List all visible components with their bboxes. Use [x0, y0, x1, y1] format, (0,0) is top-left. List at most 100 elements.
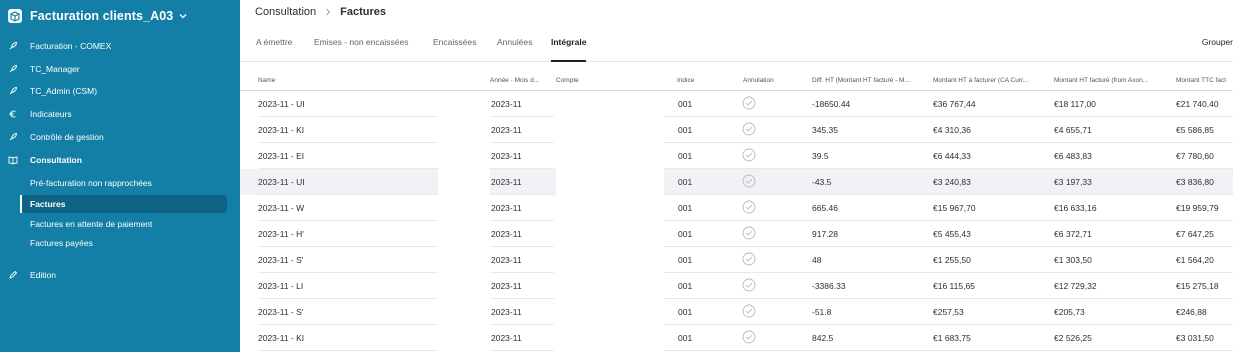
sidebar-item-tc-manager[interactable]: TC_Manager: [0, 59, 240, 79]
cell-ttc: €21 740,40: [1176, 99, 1219, 109]
cell-ttc: €3 836,80: [1176, 177, 1214, 187]
table-row[interactable]: 2023-11 - W 2023-11 001 665.46 €15 967,70 €16…: [240, 195, 1233, 221]
cell-ht-facture: €12 729,32: [1054, 281, 1097, 291]
cell-diff-ht: -43.5: [812, 177, 832, 187]
cell-diff-ht: 48: [812, 255, 822, 265]
sidebar: Facturation clients_A03 Facturation - CO…: [0, 0, 240, 352]
cell-ht-a-facturer: €1 255,50: [933, 255, 971, 265]
cell-indice: 001: [678, 125, 693, 135]
check-circle-icon: [742, 148, 756, 162]
cell-indice: 001: [678, 255, 693, 265]
column-header-name[interactable]: Name: [258, 77, 458, 84]
cell-name: 2023-11 - UI: [258, 99, 305, 109]
chevron-down-icon: [179, 14, 187, 19]
cell-diff-ht: 842.5: [812, 333, 834, 343]
cell-ht-facture: €3 197,33: [1054, 177, 1092, 187]
cell-diff-ht: 39.5: [812, 151, 829, 161]
table-row[interactable]: 2023-11 - UI 2023-11 001 -43.5 €3 240,83 €3 1…: [240, 169, 1233, 195]
book-icon: [8, 156, 18, 165]
column-header-ht-facture[interactable]: Montant HT facturé (from Axon...: [1054, 77, 1168, 84]
cell-indice: 001: [678, 99, 693, 109]
table-row[interactable]: 2023-11 - UI 2023-11 001 -18650.44 €36 767,4…: [240, 91, 1233, 117]
column-header-diff-ht[interactable]: Diff. HT (Montant HT facturé - M...: [812, 77, 924, 84]
sidebar-subitem-factures-payees[interactable]: Factures payées: [22, 234, 227, 252]
pencil-icon: [9, 270, 18, 279]
euro-icon: [9, 110, 16, 118]
cell-diff-ht: 345.35: [812, 125, 838, 135]
cell-month: 2023-11: [491, 151, 522, 161]
table-row[interactable]: 2023-11 - KI 2023-11 001 842.5 €1 683,75 €2 5…: [240, 325, 1233, 351]
table-row[interactable]: 2023-11 - H' 2023-11 001 917.28 €5 455,43 €6 …: [240, 221, 1233, 247]
cell-ht-facture: €4 655,71: [1054, 125, 1092, 135]
breadcrumb-current: Factures: [340, 6, 387, 18]
table-row[interactable]: 2023-11 - LI 2023-11 001 -3386.33 €16 115,65…: [240, 273, 1233, 299]
tab-integrale[interactable]: Intégrale: [551, 37, 587, 62]
tab-emises-non-encaissees[interactable]: Emises - non encaissées: [314, 37, 409, 62]
breadcrumb-parent[interactable]: Consultation: [255, 6, 316, 18]
cell-name: 2023-11 - EI: [258, 151, 305, 161]
table-row[interactable]: 2023-11 - S' 2023-11 001 48 €1 255,50 €1 303,…: [240, 247, 1233, 273]
tab-a-emettre[interactable]: A émettre: [256, 37, 292, 62]
app-logo-icon: [8, 9, 22, 23]
row-divider: [258, 350, 438, 351]
sidebar-item-edition[interactable]: Edition: [0, 265, 240, 285]
cell-ht-a-facturer: €6 444,33: [933, 151, 971, 161]
cell-month: 2023-11: [491, 177, 522, 187]
cell-month: 2023-11: [491, 307, 522, 317]
sidebar-subitem-pre-facturation[interactable]: Pré-facturation non rapprochées: [22, 174, 227, 192]
check-circle-icon: [742, 96, 756, 110]
sidebar-item-label: TC_Manager: [30, 64, 80, 74]
sidebar-item-label: Consultation: [30, 155, 82, 165]
sidebar-subitem-factures-attente[interactable]: Factures en attente de paiement: [22, 215, 227, 233]
sidebar-subitem-factures[interactable]: Factures: [20, 195, 227, 213]
cell-ttc: €15 275,18: [1176, 281, 1219, 291]
sidebar-item-label: Edition: [30, 270, 56, 280]
column-header-compte[interactable]: Compte: [556, 77, 656, 84]
tab-bar: A émettre Emises - non encaissées Encais…: [240, 28, 1233, 62]
cell-ht-facture: €16 633,16: [1054, 203, 1097, 213]
cell-ht-facture: €2 526,25: [1054, 333, 1092, 343]
row-divider: [664, 350, 1233, 351]
group-button[interactable]: Grouper: [1202, 37, 1233, 47]
tab-annulees[interactable]: Annulées: [497, 37, 532, 62]
app-title: Facturation clients_A03: [30, 9, 174, 23]
cell-ht-facture: €205,73: [1054, 307, 1085, 317]
cell-ttc: €7 780,60: [1176, 151, 1214, 161]
table-row[interactable]: 2023-11 - KI 2023-11 001 345.35 €4 310,36 €4 …: [240, 117, 1233, 143]
cell-ht-facture: €6 372,71: [1054, 229, 1092, 239]
column-header-ht-a-facturer[interactable]: Montant HT à facturer (CA Curr...: [933, 77, 1047, 84]
main-content: Consultation Factures A émettre Emises -…: [240, 0, 1233, 352]
table-row[interactable]: 2023-11 - S' 2023-11 001 -51.8 €257,53 €205,7…: [240, 299, 1233, 325]
cell-ht-facture: €6 483,83: [1054, 151, 1092, 161]
cell-indice: 001: [678, 333, 693, 343]
column-header-ttc[interactable]: Montant TTC fact: [1176, 77, 1233, 84]
table-row[interactable]: 2023-11 - EI 2023-11 001 39.5 €6 444,33 €6 48…: [240, 143, 1233, 169]
rocket-icon: [9, 133, 17, 141]
cell-ht-a-facturer: €36 767,44: [933, 99, 976, 109]
sidebar-item-facturation-comex[interactable]: Facturation - COMEX: [0, 36, 240, 56]
sidebar-item-label: Indicateurs: [30, 109, 72, 119]
column-header-month[interactable]: Année - Mois d...: [490, 77, 548, 84]
sidebar-item-tc-admin[interactable]: TC_Admin (CSM): [0, 81, 240, 101]
check-circle-icon: [742, 330, 756, 344]
cell-month: 2023-11: [491, 203, 522, 213]
cell-month: 2023-11: [491, 229, 522, 239]
row-divider: [490, 350, 554, 351]
cell-diff-ht: 665.46: [812, 203, 838, 213]
column-header-indice[interactable]: Indice: [677, 77, 737, 84]
tab-encaissees[interactable]: Encaissées: [433, 37, 476, 62]
sidebar-item-controle-de-gestion[interactable]: Contrôle de gestion: [0, 127, 240, 147]
app-switcher[interactable]: Facturation clients_A03: [0, 0, 240, 32]
check-circle-icon: [742, 174, 756, 188]
cell-month: 2023-11: [491, 333, 522, 343]
rocket-icon: [9, 65, 17, 73]
sidebar-item-indicateurs[interactable]: Indicateurs: [0, 104, 240, 124]
cell-month: 2023-11: [491, 255, 522, 265]
cell-ht-a-facturer: €5 455,43: [933, 229, 971, 239]
cell-ht-a-facturer: €3 240,83: [933, 177, 971, 187]
cell-name: 2023-11 - UI: [258, 177, 305, 187]
rocket-icon: [9, 87, 17, 95]
cell-redacted: [438, 169, 490, 195]
sidebar-item-consultation[interactable]: Consultation: [0, 150, 240, 170]
column-header-annulation[interactable]: Annulation: [743, 77, 803, 84]
